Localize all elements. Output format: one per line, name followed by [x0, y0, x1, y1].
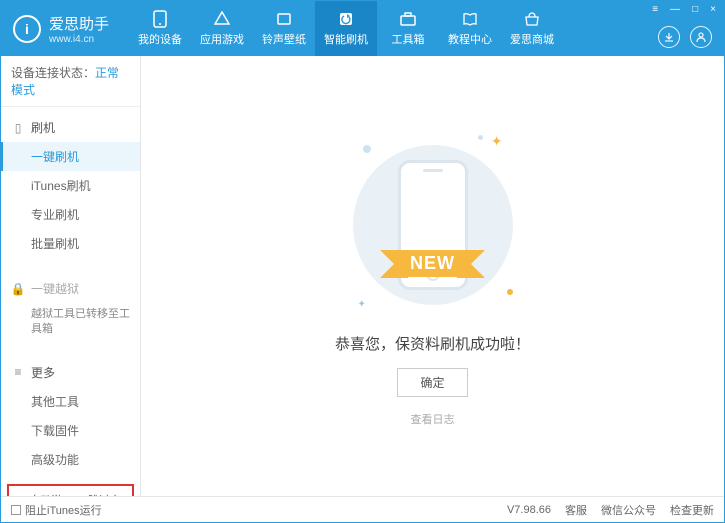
list-icon: ≡: [11, 365, 25, 379]
header-right-icons: [658, 26, 712, 48]
view-log-link[interactable]: 查看日志: [411, 411, 455, 427]
checkbox-label: 阻止iTunes运行: [25, 502, 102, 518]
sidebar-head-jailbreak: 🔒 一键越狱: [1, 274, 140, 303]
sidebar-title: 刷机: [31, 119, 55, 136]
highlighted-options: ✓自动激活 ✓跳过向导: [7, 484, 134, 496]
nav-shop[interactable]: 爱思商城: [501, 1, 563, 56]
success-illustration: ✦✦ NEW: [343, 125, 523, 325]
download-icon[interactable]: [658, 26, 680, 48]
version-text: V7.98.66: [507, 504, 551, 516]
main-nav: 我的设备 应用游戏 铃声壁纸 智能刷机 工具箱 教程中心: [129, 1, 563, 56]
minimize-button[interactable]: —: [668, 4, 682, 15]
sidebar: 设备连接状态：正常模式 ▯ 刷机 一键刷机 iTunes刷机 专业刷机 批量刷机…: [1, 56, 141, 496]
close-button[interactable]: ×: [708, 4, 718, 15]
checkbox-block-itunes[interactable]: 阻止iTunes运行: [11, 502, 102, 518]
book-icon: [461, 10, 479, 28]
apps-icon: [213, 10, 231, 28]
nav-label: 铃声壁纸: [262, 31, 306, 47]
brand-logo: i 爱思助手 www.i4.cn: [1, 13, 121, 45]
phone-icon: [151, 10, 169, 28]
sidebar-head-more[interactable]: ≡ 更多: [1, 358, 140, 387]
maximize-button[interactable]: □: [690, 4, 700, 15]
nav-label: 爱思商城: [510, 31, 554, 47]
nav-apps[interactable]: 应用游戏: [191, 1, 253, 56]
update-link[interactable]: 检查更新: [670, 502, 714, 518]
nav-label: 我的设备: [138, 31, 182, 47]
nav-label: 智能刷机: [324, 31, 368, 47]
nav-label: 教程中心: [448, 31, 492, 47]
sidebar-item-download-fw[interactable]: 下载固件: [1, 416, 140, 445]
sidebar-item-itunes[interactable]: iTunes刷机: [1, 171, 140, 200]
nav-ringtones[interactable]: 铃声壁纸: [253, 1, 315, 56]
checkbox-icon: [11, 505, 21, 515]
window-controls: ≡ — □ ×: [650, 4, 718, 15]
sidebar-item-advanced[interactable]: 高级功能: [1, 445, 140, 474]
sidebar-item-oneclick[interactable]: 一键刷机: [1, 142, 140, 171]
nav-label: 应用游戏: [200, 31, 244, 47]
app-name: 爱思助手: [49, 13, 109, 34]
lock-icon: 🔒: [11, 282, 25, 296]
support-link[interactable]: 客服: [565, 502, 587, 518]
user-icon[interactable]: [690, 26, 712, 48]
confirm-button[interactable]: 确定: [397, 368, 467, 397]
nav-label: 工具箱: [392, 31, 425, 47]
nav-my-device[interactable]: 我的设备: [129, 1, 191, 56]
menu-icon[interactable]: ≡: [650, 4, 660, 15]
app-url: www.i4.cn: [49, 34, 109, 45]
flash-icon: [337, 10, 355, 28]
new-ribbon: NEW: [398, 250, 467, 277]
success-message: 恭喜您，保资料刷机成功啦！: [335, 333, 530, 354]
footer: 阻止iTunes运行 V7.98.66 客服 微信公众号 检查更新: [1, 496, 724, 522]
music-icon: [275, 10, 293, 28]
nav-tutorials[interactable]: 教程中心: [439, 1, 501, 56]
sidebar-title: 更多: [31, 364, 55, 381]
sidebar-title: 一键越狱: [31, 280, 79, 297]
sidebar-item-pro[interactable]: 专业刷机: [1, 200, 140, 229]
main-content: ✦✦ NEW 恭喜您，保资料刷机成功啦！ 确定 查看日志: [141, 56, 724, 496]
nav-flash[interactable]: 智能刷机: [315, 1, 377, 56]
toolbox-icon: [399, 10, 417, 28]
nav-toolbox[interactable]: 工具箱: [377, 1, 439, 56]
logo-icon: i: [13, 15, 41, 43]
sidebar-item-batch[interactable]: 批量刷机: [1, 229, 140, 258]
status-label: 设备连接状态：: [11, 66, 95, 80]
jailbreak-note: 越狱工具已转移至工具箱: [1, 303, 140, 342]
sidebar-item-other[interactable]: 其他工具: [1, 387, 140, 416]
wechat-link[interactable]: 微信公众号: [601, 502, 656, 518]
phone-small-icon: ▯: [11, 121, 25, 135]
sidebar-head-flash[interactable]: ▯ 刷机: [1, 113, 140, 142]
shop-icon: [523, 10, 541, 28]
title-bar: ≡ — □ × i 爱思助手 www.i4.cn 我的设备 应用游戏 铃声壁纸: [1, 1, 724, 56]
connection-status: 设备连接状态：正常模式: [1, 56, 140, 107]
